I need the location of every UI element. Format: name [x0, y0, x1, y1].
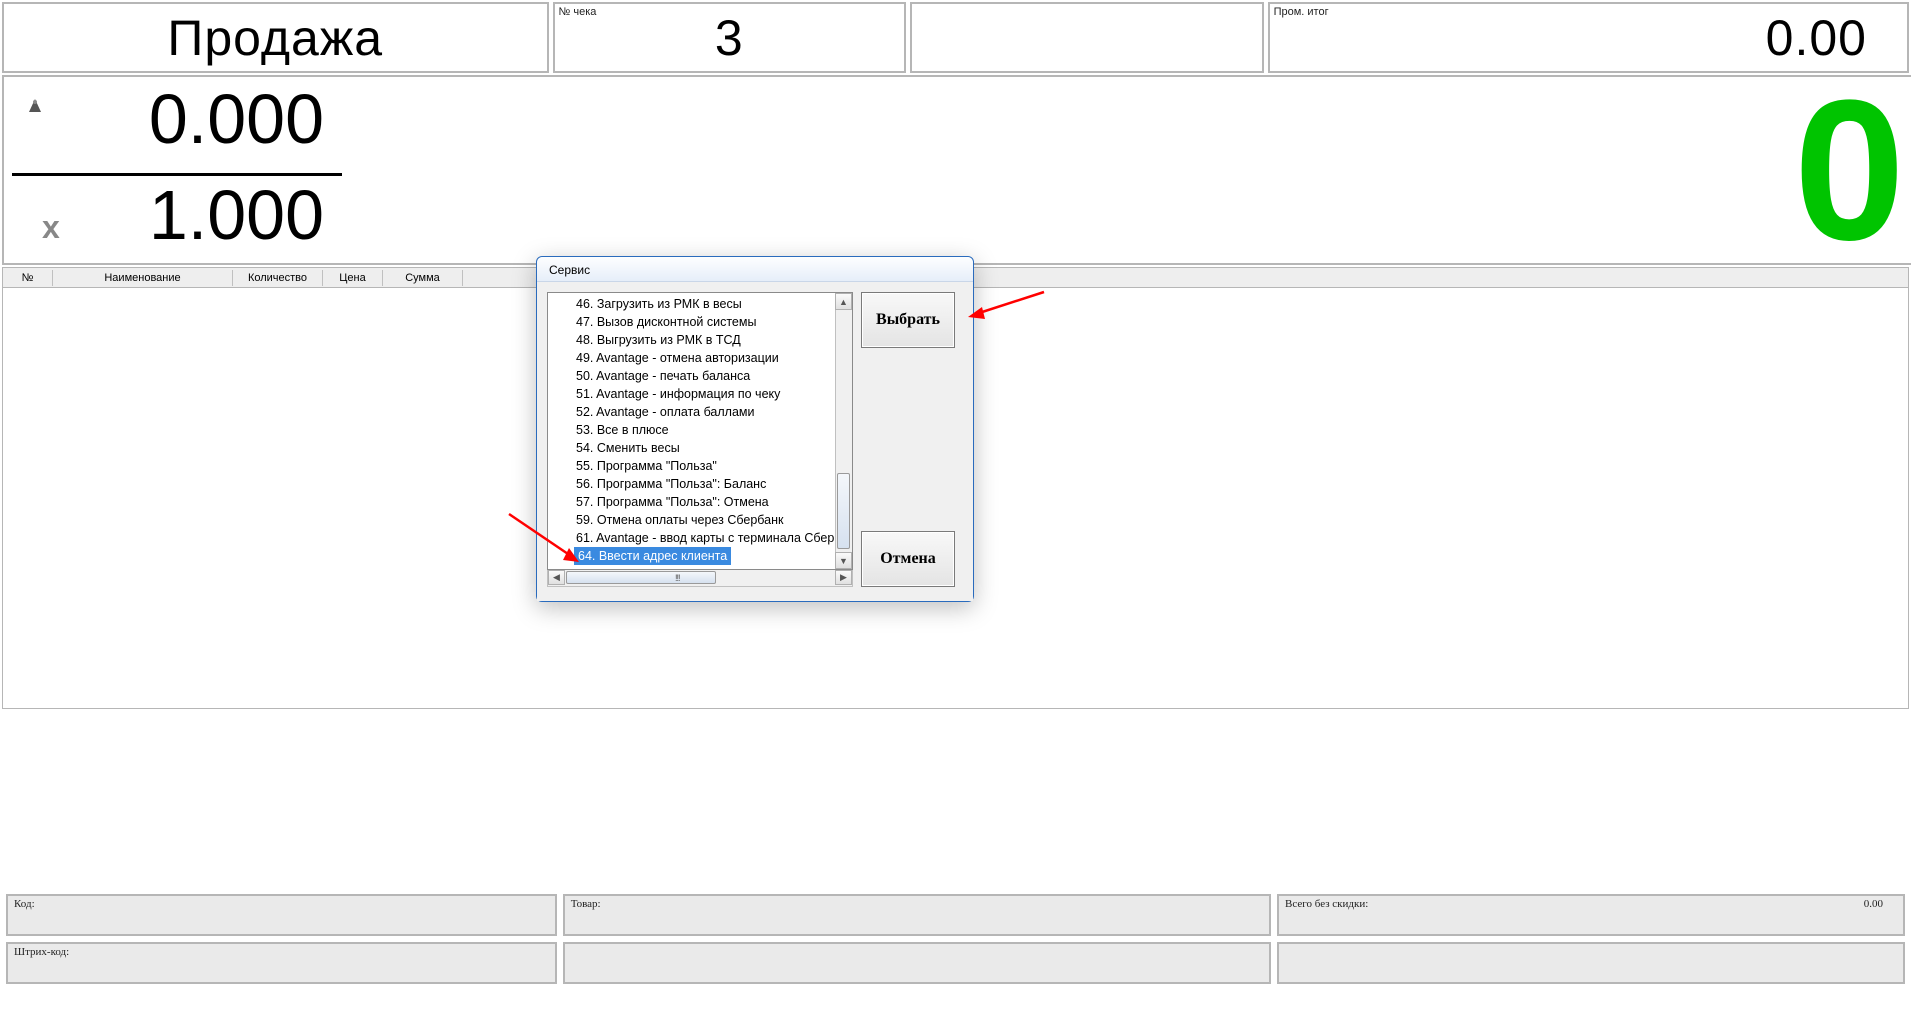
line-total-block: 0	[344, 77, 1911, 263]
cancel-button[interactable]: Отмена	[861, 531, 955, 587]
service-item[interactable]: 64. Ввести адрес клиента	[574, 547, 731, 565]
service-item[interactable]: 47. Вызов дисконтной системы	[574, 313, 852, 331]
subtotal-value: 0.00	[1766, 9, 1867, 67]
col-name[interactable]: Наименование	[53, 270, 233, 286]
bottom-blank-2	[1277, 942, 1905, 984]
subtotal-label: Пром. итог	[1274, 6, 1329, 18]
multiplier-value: 1.000	[24, 175, 324, 255]
col-price[interactable]: Цена	[323, 270, 383, 286]
service-item[interactable]: 49. Avantage - отмена авторизации	[574, 349, 852, 367]
col-no[interactable]: №	[3, 270, 53, 286]
service-item[interactable]: 50. Avantage - печать баланса	[574, 367, 852, 385]
service-dialog: Сервис 46. Загрузить из РМК в весы47. Вы…	[536, 256, 974, 602]
bottom-blank-1	[563, 942, 1271, 984]
service-item[interactable]: 53. Все в плюсе	[574, 421, 852, 439]
code-field[interactable]: Код:	[6, 894, 557, 936]
service-listbox[interactable]: 46. Загрузить из РМК в весы47. Вызов дис…	[547, 292, 853, 570]
receipt-label: № чека	[559, 6, 597, 18]
dialog-title: Сервис	[537, 257, 973, 282]
sale-mode-cell: Продажа	[2, 2, 549, 73]
sale-caption: Продажа	[167, 9, 383, 67]
scroll-right-icon[interactable]: ▶	[835, 570, 852, 585]
col-qty[interactable]: Количество	[233, 270, 323, 286]
weight-row: 0.000 x 1.000 0	[2, 75, 1911, 265]
receipt-number: 3	[715, 9, 744, 67]
header-blank-cell	[910, 2, 1264, 73]
scroll-left-icon[interactable]: ◀	[548, 570, 565, 585]
barcode-field[interactable]: Штрих-код:	[6, 942, 557, 984]
qty-block: 0.000 x 1.000	[4, 77, 344, 263]
service-item[interactable]: 56. Программа "Польза": Баланс	[574, 475, 852, 493]
total-label: Всего без скидки:	[1285, 898, 1368, 932]
line-total-value: 0	[1794, 71, 1905, 271]
good-field[interactable]: Товар:	[563, 894, 1271, 936]
vertical-thumb[interactable]	[837, 473, 850, 549]
service-item[interactable]: 55. Программа "Польза"	[574, 457, 852, 475]
service-item[interactable]: 59. Отмена оплаты через Сбербанк	[574, 511, 852, 529]
service-item[interactable]: 51. Avantage - информация по чеку	[574, 385, 852, 403]
service-item[interactable]: 61. Avantage - ввод карты с терминала Сб…	[574, 529, 852, 547]
vertical-scrollbar[interactable]: ▲ ▼	[835, 293, 852, 569]
service-item[interactable]: 48. Выгрузить из РМК в ТСД	[574, 331, 852, 349]
col-sum[interactable]: Сумма	[383, 270, 463, 286]
service-item[interactable]: 52. Avantage - оплата баллами	[574, 403, 852, 421]
bottom-panels: Код: Товар: Всего без скидки: 0.00 Штрих…	[0, 894, 1911, 984]
horizontal-thumb[interactable]	[566, 571, 716, 584]
horizontal-scrollbar[interactable]: ◀ !!! ▶	[547, 570, 853, 587]
scroll-up-icon[interactable]: ▲	[835, 293, 852, 310]
total-value: 0.00	[1864, 898, 1883, 932]
receipt-cell: № чека 3	[553, 2, 907, 73]
service-item[interactable]: 46. Загрузить из РМК в весы	[574, 295, 852, 313]
total-field: Всего без скидки: 0.00	[1277, 894, 1905, 936]
service-item[interactable]: 54. Сменить весы	[574, 439, 852, 457]
select-button[interactable]: Выбрать	[861, 292, 955, 348]
scroll-down-icon[interactable]: ▼	[835, 552, 852, 569]
service-item[interactable]: 57. Программа "Польза": Отмена	[574, 493, 852, 511]
weight-value: 0.000	[24, 79, 324, 159]
header-row: Продажа № чека 3 Пром. итог 0.00	[0, 0, 1911, 75]
scrollbar-marker: !!!	[675, 573, 680, 583]
